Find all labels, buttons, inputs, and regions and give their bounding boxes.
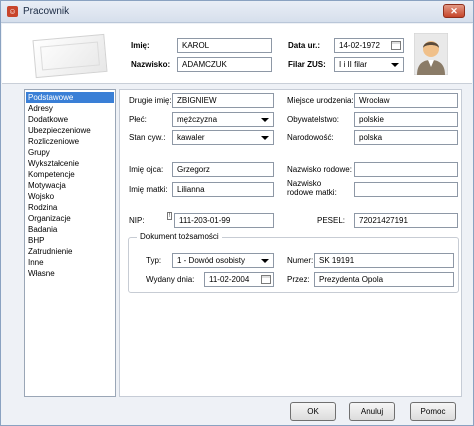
document-number-label: Numer: [287,256,314,265]
birth-date-input[interactable]: 14-02-1972 [334,38,404,53]
father-name-label: Imię ojca: [129,165,164,174]
sidebar-item-wojsko[interactable]: Wojsko [26,191,114,202]
help-button[interactable]: Pomoc [410,402,456,421]
issued-date-label: Wydany dnia: [146,275,195,284]
issued-by-input[interactable]: Prezydenta Opola [314,272,454,287]
sidebar-item-grupy[interactable]: Grupy [26,147,114,158]
mother-family-label-line1: Nazwisko [287,179,322,188]
sidebar-item-podstawowe[interactable]: Podstawowe [26,92,114,103]
nip-input[interactable]: 111-203-01-99 [174,213,274,228]
second-name-label: Drugie imię: [129,96,172,105]
chevron-down-icon [261,118,269,122]
user-avatar-icon [414,33,448,75]
chevron-down-icon [261,136,269,140]
father-name-input[interactable]: Grzegorz [172,162,274,177]
sidebar-item-wyksztalcenie[interactable]: Wykształcenie [26,158,114,169]
photo-placeholder [32,33,108,79]
second-name-input[interactable]: ZBIGNIEW [172,93,274,108]
nationality-label: Narodowość: [287,133,334,142]
cancel-button[interactable]: Anuluj [349,402,395,421]
category-list: Podstawowe Adresy Dodatkowe Ubezpieczeni… [24,89,116,397]
gender-label: Płeć: [129,115,147,124]
last-name-input[interactable]: ADAMCZUK [177,57,272,72]
gender-value: mężczyzna [177,115,218,124]
calendar-icon[interactable] [391,41,401,50]
mother-name-input[interactable]: Lilianna [172,182,274,197]
issued-date-input[interactable]: 11-02-2004 [204,272,274,287]
family-name-label: Nazwisko rodowe: [287,165,352,174]
civil-status-select[interactable]: kawaler [172,130,274,145]
sidebar-item-kompetencje[interactable]: Kompetencje [26,169,114,180]
document-type-value: 1 - Dowód osobisty [177,256,246,265]
civil-status-label: Stan cyw.: [129,133,166,142]
last-name-label: Nazwisko: [131,60,171,69]
employee-header [2,24,472,84]
sidebar-item-organizacje[interactable]: Organizacje [26,213,114,224]
app-icon: ☺ [7,6,18,17]
chevron-down-icon [391,63,399,67]
dialog-window: ☺ Pracownik ✕ Imię: KAROL Nazwisko: ADAM… [0,0,474,426]
issued-by-label: Przez: [287,275,310,284]
citizenship-label: Obywatelstwo: [287,115,340,124]
title-bar: ☺ Pracownik ✕ [1,1,473,23]
sidebar-item-adresy[interactable]: Adresy [26,103,114,114]
family-name-input[interactable] [354,162,458,177]
sidebar-item-inne[interactable]: Inne [26,257,114,268]
chevron-down-icon [261,259,269,263]
identity-document-title: Dokument tożsamości [137,232,222,241]
sidebar-item-rodzina[interactable]: Rodzina [26,202,114,213]
calendar-icon[interactable] [261,275,271,284]
sidebar-item-ubezpieczeniowe[interactable]: Ubezpieczeniowe [26,125,114,136]
gender-select[interactable]: mężczyzna [172,112,274,127]
civil-status-value: kawaler [177,133,205,142]
zus-select[interactable]: I i II filar [334,57,404,72]
nationality-input[interactable]: polska [354,130,458,145]
zus-label: Filar ZUS: [288,60,326,69]
nip-label: NIP: [129,216,145,225]
info-icon[interactable]: ! [167,212,172,220]
mother-family-name-input[interactable] [354,182,458,197]
sidebar-item-wlasne[interactable]: Własne [26,268,114,279]
close-button[interactable]: ✕ [443,4,465,18]
mother-name-label: Imię matki: [129,185,168,194]
ok-button[interactable]: OK [290,402,336,421]
mother-family-label-line2: rodowe matki: [287,188,337,197]
first-name-input[interactable]: KAROL [177,38,272,53]
pesel-input[interactable]: 72021427191 [354,213,458,228]
document-type-select[interactable]: 1 - Dowód osobisty [172,253,274,268]
sidebar-item-rozliczeniowe[interactable]: Rozliczeniowe [26,136,114,147]
citizenship-input[interactable]: polskie [354,112,458,127]
sidebar-item-dodatkowe[interactable]: Dodatkowe [26,114,114,125]
pesel-label: PESEL: [317,216,346,225]
first-name-label: Imię: [131,41,150,50]
birth-place-input[interactable]: Wrocław [354,93,458,108]
issued-date-value: 11-02-2004 [209,275,250,284]
birth-date-value: 14-02-1972 [339,41,380,50]
sidebar-item-bhp[interactable]: BHP [26,235,114,246]
document-number-input[interactable]: SK 19191 [314,253,454,268]
sidebar-item-zatrudnienie[interactable]: Zatrudnienie [26,246,114,257]
window-title: Pracownik [23,6,70,17]
sidebar-item-badania[interactable]: Badania [26,224,114,235]
birth-date-label: Data ur.: [288,41,321,50]
birth-place-label: Miejsce urodzenia: [287,96,354,105]
sidebar-item-motywacja[interactable]: Motywacja [26,180,114,191]
document-type-label: Typ: [146,256,162,265]
zus-value: I i II filar [339,60,368,69]
